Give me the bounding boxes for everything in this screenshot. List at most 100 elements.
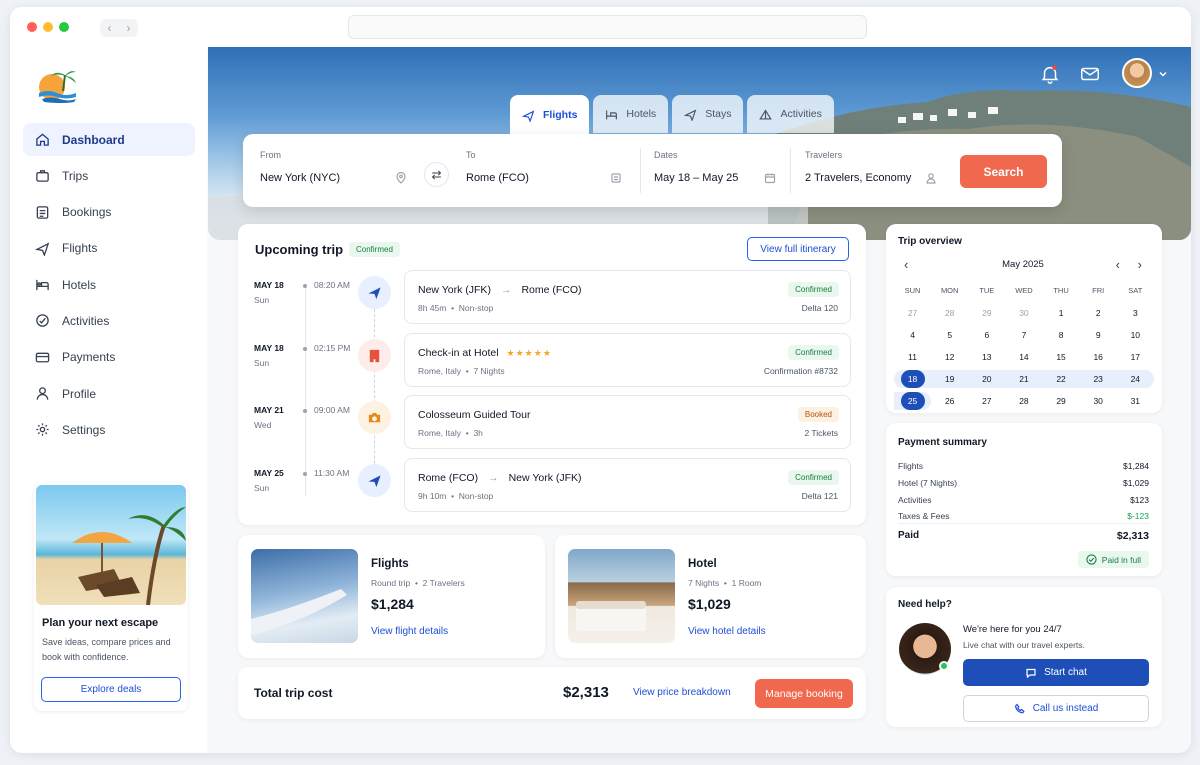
promo-card: Plan your next escape Save ideas, compar…	[34, 483, 188, 711]
itinerary-item: MAY 25 Sun 11:30 AM Rome (FCO) → New York …	[238, 458, 866, 514]
calendar-day[interactable]: 28	[931, 304, 968, 322]
status-badge: Booked	[797, 407, 839, 422]
sidebar-item-settings[interactable]: Settings	[23, 413, 195, 446]
item-day: Wed	[254, 420, 272, 430]
calendar-day[interactable]: 3	[1117, 304, 1154, 322]
back-icon[interactable]: ‹	[108, 21, 112, 35]
activity-card[interactable]: Colosseum Guided Tour Rome, Italy • 3h B…	[404, 395, 851, 449]
calendar-day[interactable]: 28	[1005, 392, 1042, 410]
calendar-day[interactable]: 19	[931, 370, 969, 388]
swap-icon[interactable]: ⇄	[424, 162, 449, 187]
calendar-day[interactable]: 27	[968, 392, 1005, 410]
search-button[interactable]: Search	[960, 155, 1047, 188]
calendar-day[interactable]: 4	[894, 326, 931, 344]
sidebar-item-dashboard[interactable]: Dashboard	[23, 123, 195, 156]
calendar-day[interactable]: 26	[931, 392, 968, 410]
view-flight-details-link[interactable]: View flight details	[371, 626, 448, 637]
travelers-field[interactable]: Travelers 2 Travelers, Economy	[791, 134, 951, 207]
calendar-day[interactable]: 8	[1043, 326, 1080, 344]
home-icon	[36, 133, 49, 146]
calendar-day[interactable]: 29	[968, 304, 1005, 322]
total-cost-bar: Total trip cost $2,313 View price breakd…	[238, 667, 866, 719]
paid-value: $2,313	[1116, 530, 1149, 542]
calendar-day[interactable]: 22	[1042, 370, 1080, 388]
calendar-day[interactable]: 12	[931, 348, 968, 366]
tab-hotels[interactable]: Hotels	[593, 95, 669, 133]
item-date: MAY 25	[254, 468, 284, 478]
calendar-day[interactable]: 18	[894, 370, 932, 388]
calendar-day[interactable]: 7	[1005, 326, 1042, 344]
calendar-day[interactable]: 20	[968, 370, 1006, 388]
calendar-day[interactable]: 13	[968, 348, 1005, 366]
sidebar-item-payments[interactable]: Payments	[23, 341, 195, 374]
calendar-day[interactable]: 15	[1043, 348, 1080, 366]
calendar-day[interactable]: 5	[931, 326, 968, 344]
total-amount: $2,313	[563, 684, 609, 701]
sidebar-item-flights[interactable]: Flights	[23, 232, 195, 265]
user-avatar[interactable]	[1122, 58, 1152, 88]
calendar-day[interactable]: 31	[1117, 392, 1154, 410]
sidebar-item-trips[interactable]: Trips	[23, 159, 195, 192]
chevron-down-icon[interactable]	[1158, 69, 1168, 79]
bell-icon[interactable]	[1039, 63, 1061, 85]
start-chat-label: Start chat	[1044, 667, 1087, 678]
view-price-breakdown-link[interactable]: View price breakdown	[633, 687, 731, 698]
flight-segment-card[interactable]: New York (JFK) → Rome (FCO) 8h 45m • Non-s…	[404, 270, 851, 324]
calendar-header: ‹ May 2025 ‹ ›	[898, 257, 1148, 273]
calendar-day[interactable]: 24	[1116, 370, 1154, 388]
calendar-day[interactable]: 14	[1005, 348, 1042, 366]
beach-image	[36, 485, 186, 605]
minimize-window-button[interactable]	[43, 22, 53, 32]
dates-field[interactable]: Dates May 18 – May 25	[641, 134, 789, 207]
chat-bubble-icon	[1026, 668, 1036, 678]
hotel-checkin-card[interactable]: Check-in at Hotel ★★★★★ Rome, Italy • 7 N…	[404, 333, 851, 387]
calendar-day[interactable]: 25	[894, 392, 932, 410]
calendar-day[interactable]: 11	[894, 348, 931, 366]
view-itinerary-button[interactable]: View full itinerary	[747, 237, 849, 261]
maximize-window-button[interactable]	[59, 22, 69, 32]
flight-segment-card[interactable]: Rome (FCO) → New York (JFK) 9h 10m • Non-s…	[404, 458, 851, 512]
calendar-day[interactable]: 30	[1080, 392, 1117, 410]
timeline-dot	[303, 409, 307, 413]
sidebar-item-profile[interactable]: Profile	[23, 377, 195, 410]
status-badge: Confirmed	[349, 242, 400, 257]
tab-flights[interactable]: Flights	[510, 95, 590, 135]
palm-logo-icon	[39, 71, 76, 103]
calendar-day[interactable]: 21	[1005, 370, 1043, 388]
travelers-value: 2 Travelers, Economy	[805, 172, 912, 184]
sidebar-item-activities[interactable]: Activities	[23, 304, 195, 337]
calendar-day[interactable]: 9	[1080, 326, 1117, 344]
calendar-day[interactable]: 16	[1080, 348, 1117, 366]
user-icon	[36, 387, 49, 400]
calendar-day[interactable]: 2	[1080, 304, 1117, 322]
calendar-day[interactable]: 29	[1043, 392, 1080, 410]
calendar-day[interactable]: 6	[968, 326, 1005, 344]
calendar-day[interactable]: 23	[1079, 370, 1117, 388]
tab-activities[interactable]: Activities	[747, 95, 834, 133]
sidebar-item-hotels[interactable]: Hotels	[23, 268, 195, 301]
manage-booking-button[interactable]: Manage booking	[755, 679, 853, 708]
call-us-button[interactable]: Call us instead	[963, 695, 1149, 722]
view-hotel-details-link[interactable]: View hotel details	[688, 626, 766, 637]
explore-deals-button[interactable]: Explore deals	[41, 677, 181, 702]
calendar-day[interactable]: 27	[894, 304, 931, 322]
chevron-left-icon[interactable]: ‹	[1116, 257, 1120, 272]
calendar-day[interactable]: 1	[1043, 304, 1080, 322]
from-field[interactable]: From New York (NYC)	[243, 134, 413, 207]
item-day: Sun	[254, 358, 270, 368]
calendar-day[interactable]: 10	[1117, 326, 1154, 344]
calendar-day[interactable]: 30	[1005, 304, 1042, 322]
forward-icon[interactable]: ›	[127, 21, 131, 35]
close-window-button[interactable]	[27, 22, 37, 32]
mail-icon[interactable]	[1079, 63, 1101, 85]
tab-stays[interactable]: Stays	[672, 95, 744, 133]
app-window: ‹ › Dashboard Trips Bookings Flights Hot…	[10, 7, 1191, 753]
item-title: Colosseum Guided Tour	[418, 409, 531, 421]
to-field[interactable]: To Rome (FCO)	[449, 134, 639, 207]
travelers-label: Travelers	[805, 150, 843, 160]
start-chat-button[interactable]: Start chat	[963, 659, 1149, 686]
calendar-day[interactable]: 17	[1117, 348, 1154, 366]
sidebar-item-bookings[interactable]: Bookings	[23, 196, 195, 229]
address-bar[interactable]	[348, 15, 867, 39]
chevron-right-icon[interactable]: ›	[1138, 257, 1142, 272]
